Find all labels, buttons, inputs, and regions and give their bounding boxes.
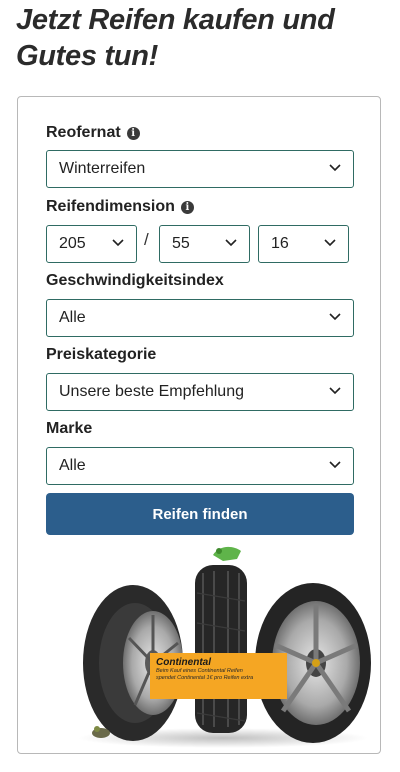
chevron-down-icon <box>112 239 124 247</box>
speed-index-select[interactable]: Alle <box>46 299 354 337</box>
chevron-down-icon <box>329 387 341 395</box>
tire-search-form: Reofernat i Winterreifen Reifendimension… <box>17 96 381 754</box>
find-tires-button[interactable]: Reifen finden <box>46 493 354 535</box>
season-select[interactable]: Winterreifen <box>46 150 354 188</box>
tire-height-select[interactable]: 55 <box>159 225 250 263</box>
continental-logo: Continental <box>156 657 211 668</box>
promo-text-line-1: Beim Kauf eines Continental Reifen <box>156 668 243 674</box>
dimension-separator: / <box>144 230 149 249</box>
speed-index-label: Geschwindigkeitsindex <box>46 272 224 289</box>
brand-label: Marke <box>46 420 93 437</box>
tire-promo-image <box>78 546 371 748</box>
chevron-down-icon <box>329 461 341 469</box>
rim-size-select[interactable]: 16 <box>258 225 349 263</box>
tire-width-select[interactable]: 205 <box>46 225 137 263</box>
dimension-label: Reifendimension i <box>46 197 194 217</box>
season-label: Reofernat i <box>46 123 140 143</box>
price-category-select[interactable]: Unsere beste Empfehlung <box>46 373 354 411</box>
info-icon[interactable]: i <box>126 126 140 140</box>
promo-text-line-2: spendet Continental 1€ pro Reifen extra <box>156 675 254 681</box>
chevron-down-icon <box>329 313 341 321</box>
chevron-down-icon <box>324 239 336 247</box>
page-headline: Jetzt Reifen kaufen und Gutes tun! <box>16 4 335 72</box>
info-icon[interactable]: i <box>180 200 194 214</box>
continental-promo-badge: Continental Beim Kauf eines Continental … <box>150 653 287 699</box>
price-category-label: Preiskategorie <box>46 346 157 363</box>
chevron-down-icon <box>225 239 237 247</box>
brand-select[interactable]: Alle <box>46 447 354 485</box>
chevron-down-icon <box>329 164 341 172</box>
